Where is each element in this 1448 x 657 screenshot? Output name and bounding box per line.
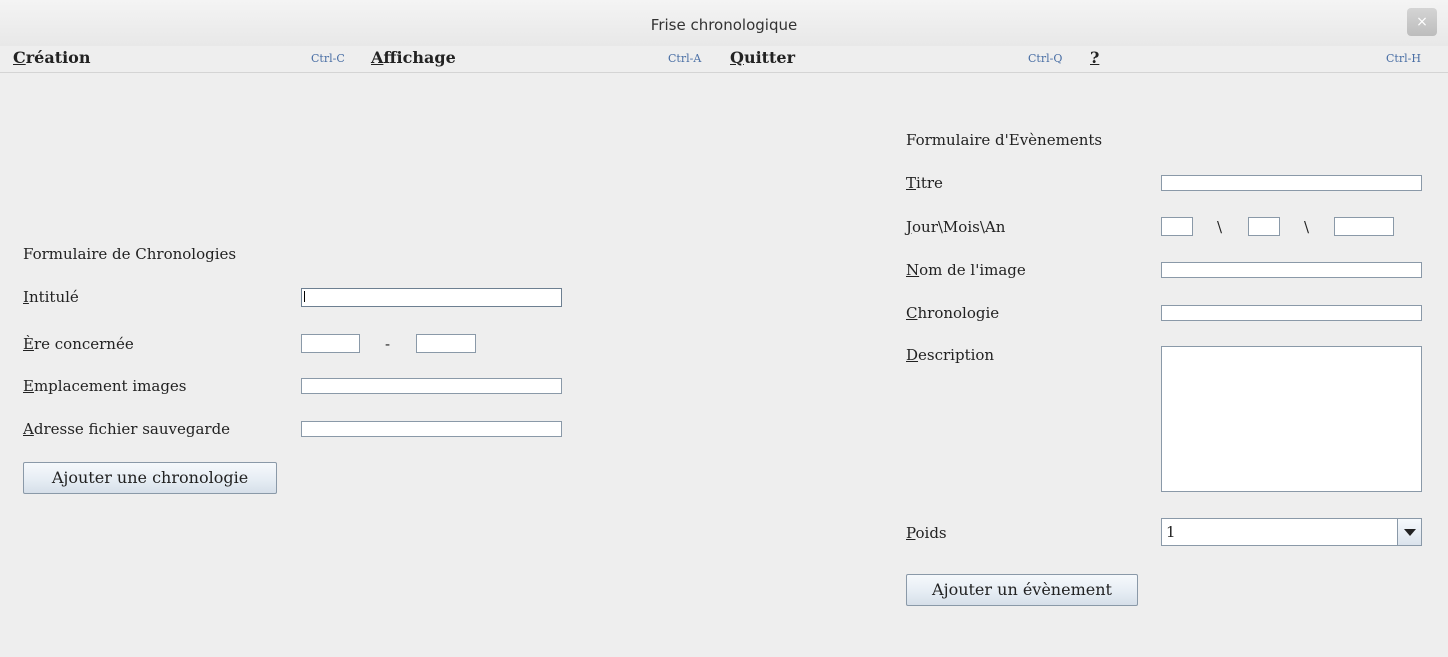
ere-start-input[interactable] (301, 334, 360, 353)
chronology-form-heading: Formulaire de Chronologies (23, 245, 237, 263)
chevron-down-icon[interactable] (1397, 519, 1421, 545)
poids-label: Poids (906, 524, 947, 542)
menu-bar: Création Ctrl-C Affichage Ctrl-A Quitter… (0, 46, 1448, 73)
chronologie-label: Chronologie (906, 304, 1000, 322)
text-caret (304, 291, 305, 302)
menu-creation[interactable]: Création (13, 48, 90, 67)
intitule-label: Intitulé (23, 288, 79, 306)
title-bar: Frise chronologique × (0, 0, 1448, 46)
titre-label: Titre (906, 174, 943, 192)
adresse-input[interactable] (301, 421, 562, 437)
date-separator: \ (1304, 218, 1310, 236)
image-name-label: Nom de l'image (906, 261, 1026, 279)
poids-select[interactable]: 1 (1161, 518, 1422, 546)
poids-selected-value: 1 (1166, 523, 1176, 541)
menu-help-shortcut: Ctrl-H (1386, 52, 1421, 65)
ere-end-input[interactable] (416, 334, 476, 353)
adresse-label: Adresse fichier sauvegarde (23, 420, 231, 438)
menu-affichage-shortcut: Ctrl-A (668, 52, 702, 65)
month-input[interactable] (1248, 217, 1280, 236)
date-label: Jour\Mois\An (906, 218, 1006, 236)
menu-quitter-shortcut: Ctrl-Q (1028, 52, 1063, 65)
menu-quitter[interactable]: Quitter (730, 48, 795, 67)
window-title: Frise chronologique (650, 16, 798, 34)
image-name-input[interactable] (1161, 262, 1422, 278)
intitule-input[interactable] (301, 288, 562, 307)
day-input[interactable] (1161, 217, 1193, 236)
menu-help[interactable]: ? (1090, 48, 1099, 67)
menu-creation-shortcut: Ctrl-C (311, 52, 345, 65)
description-textarea[interactable] (1161, 346, 1422, 492)
add-event-button[interactable]: Ajouter un évènement (906, 574, 1138, 606)
date-separator: \ (1217, 218, 1223, 236)
titre-input[interactable] (1161, 175, 1422, 191)
event-form-heading: Formulaire d'Evènements (906, 131, 1103, 149)
close-button[interactable]: × (1407, 8, 1437, 36)
description-label: Description (906, 346, 995, 364)
menu-affichage[interactable]: Affichage (371, 48, 456, 67)
close-icon: × (1416, 14, 1428, 30)
ere-label: Ère concernée (23, 335, 134, 353)
emplacement-label: Emplacement images (23, 377, 187, 395)
emplacement-input[interactable] (301, 378, 562, 394)
ere-separator: - (385, 335, 391, 353)
year-input[interactable] (1334, 217, 1394, 236)
add-chronology-button[interactable]: Ajouter une chronologie (23, 462, 277, 494)
chronologie-input[interactable] (1161, 305, 1422, 321)
